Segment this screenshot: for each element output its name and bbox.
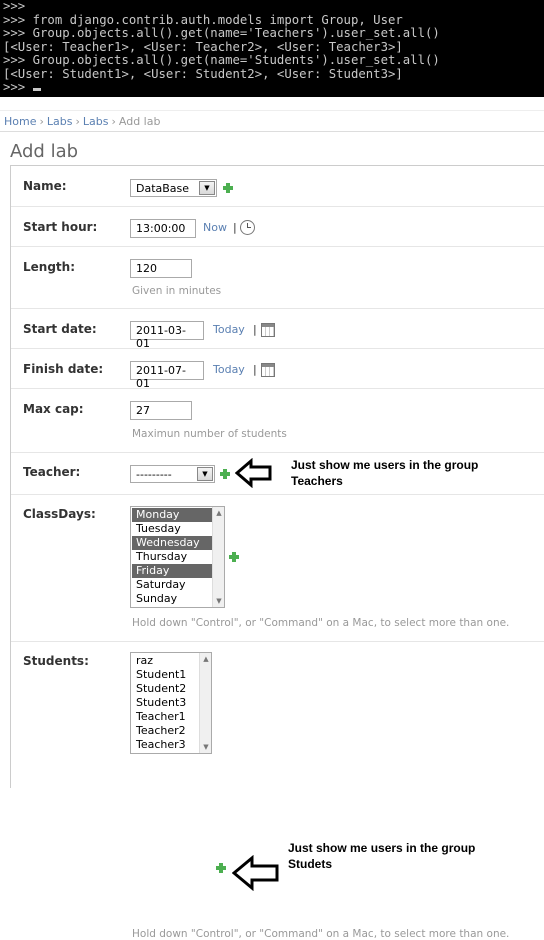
teacher-label: Teacher: [23,465,81,479]
finish-date-label: Finish date: [23,362,104,376]
max-cap-help-text: Maximun number of students [132,428,287,440]
page-title: Add lab [10,141,79,162]
class-days-multiselect[interactable]: Monday Tuesday Wednesday Thursday Friday… [130,506,225,608]
form-row-max-cap: Max cap: 27 Maximun number of students [11,389,544,453]
length-input[interactable]: 120 [130,259,192,278]
annotation-line: Just show me users in the group [288,841,476,855]
breadcrumb-separator: › [111,115,116,128]
start-date-label: Start date: [23,322,97,336]
students-help-text: Hold down "Control", or "Command" on a M… [132,928,510,940]
max-cap-label: Max cap: [23,402,84,416]
left-arrow-icon [232,855,279,891]
start-hour-input[interactable]: 13:00:00 [130,219,196,238]
list-option[interactable]: Tuesday [132,522,223,536]
list-option[interactable]: Wednesday [132,536,223,550]
teacher-select-value: --------- [136,468,172,481]
breadcrumb: Home › Labs › Labs › Add lab [0,110,544,132]
listbox-scrollbar[interactable]: ▲ ▼ [199,653,211,753]
start-hour-label: Start hour: [23,220,98,234]
teacher-annotation: Just show me users in the group Teachers [291,457,478,489]
form-row-teacher: Teacher: --------- ▼ Just show me users … [11,453,544,495]
list-option[interactable]: Friday [132,564,223,578]
length-help-text: Given in minutes [132,285,222,297]
chevron-down-icon: ▼ [197,467,213,481]
form-row-start-hour: Start hour: 13:00:00 Now | [11,207,544,247]
clock-icon[interactable] [240,220,255,235]
console-line: [<User: Student1>, <User: Student2>, <Us… [3,66,403,81]
form-row-length: Length: 120 Given in minutes [11,247,544,309]
breadcrumb-app-link[interactable]: Labs [47,115,73,128]
students-label: Students: [23,654,89,668]
separator: | [253,323,257,336]
console-line: >>> Group.objects.all().get(name='Studen… [3,53,440,67]
console-line: >>> [3,80,33,94]
form-row-class-days: ClassDays: Monday Tuesday Wednesday Thur… [11,495,544,642]
class-days-label: ClassDays: [23,507,96,521]
add-student-plus-icon[interactable] [216,863,226,873]
list-option[interactable]: Sunday [132,592,223,606]
console-line: >>> [3,0,26,13]
separator: | [233,221,237,234]
listbox-scrollbar[interactable]: ▲ ▼ [212,507,224,607]
console-line: >>> Group.objects.all().get(name='Teache… [3,26,440,40]
list-option[interactable]: Saturday [132,578,223,592]
start-date-input[interactable]: 2011-03-01 [130,321,204,350]
add-name-plus-icon[interactable] [223,183,233,193]
form-row-name: Name: DataBase ▼ [11,166,544,207]
breadcrumb-separator: › [39,115,44,128]
add-class-day-plus-icon[interactable] [229,552,239,562]
now-link[interactable]: Now [203,221,227,234]
scroll-up-icon[interactable]: ▲ [213,507,225,519]
start-date-today-link[interactable]: Today [213,323,245,336]
scroll-down-icon[interactable]: ▼ [213,595,225,607]
python-console: >>> >>> from django.contrib.auth.models i… [0,0,544,97]
list-option[interactable]: Thursday [132,550,223,564]
annotation-line: Studets [288,857,333,871]
name-label: Name: [23,179,67,193]
max-cap-input[interactable]: 27 [130,401,192,420]
console-line: [<User: Teacher1>, <User: Teacher2>, <Us… [3,39,403,54]
console-line: >>> from django.contrib.auth.models impo… [3,12,403,27]
calendar-icon[interactable] [261,363,275,377]
length-label: Length: [23,260,75,274]
breadcrumb-separator: › [75,115,80,128]
console-cursor [32,88,41,91]
breadcrumb-current: Add lab [118,115,161,128]
name-select-value: DataBase [136,182,190,195]
annotation-line: Teachers [291,474,343,488]
chevron-down-icon: ▼ [199,181,215,195]
form-row-students: Students: raz Student1 Student2 Student3… [11,642,544,940]
name-select[interactable]: DataBase ▼ [130,179,217,197]
scroll-up-icon[interactable]: ▲ [200,653,212,665]
add-teacher-plus-icon[interactable] [220,469,230,479]
form-row-finish-date: Finish date: 2011-07-01 Today | [11,349,544,390]
list-option[interactable]: Monday [132,508,223,522]
annotation-line: Just show me users in the group [291,458,479,472]
calendar-icon[interactable] [261,323,275,337]
breadcrumb-model-link[interactable]: Labs [83,115,109,128]
console-prompt-line[interactable]: >>> [3,80,544,95]
breadcrumb-home-link[interactable]: Home [4,115,36,128]
finish-date-input[interactable]: 2011-07-01 [130,361,204,390]
teacher-select[interactable]: --------- ▼ [130,465,215,483]
form-row-start-date: Start date: 2011-03-01 Today | [11,309,544,350]
add-lab-form: Name: DataBase ▼ Start hour: 13:00:00 No… [10,165,544,940]
students-annotation: Just show me users in the group Studets [288,840,475,872]
class-days-help-text: Hold down "Control", or "Command" on a M… [132,617,510,629]
scroll-down-icon[interactable]: ▼ [200,741,212,753]
separator: | [253,363,257,376]
left-arrow-icon [235,458,272,488]
students-multiselect[interactable]: raz Student1 Student2 Student3 Teacher1 … [130,652,212,754]
finish-date-today-link[interactable]: Today [213,363,245,376]
